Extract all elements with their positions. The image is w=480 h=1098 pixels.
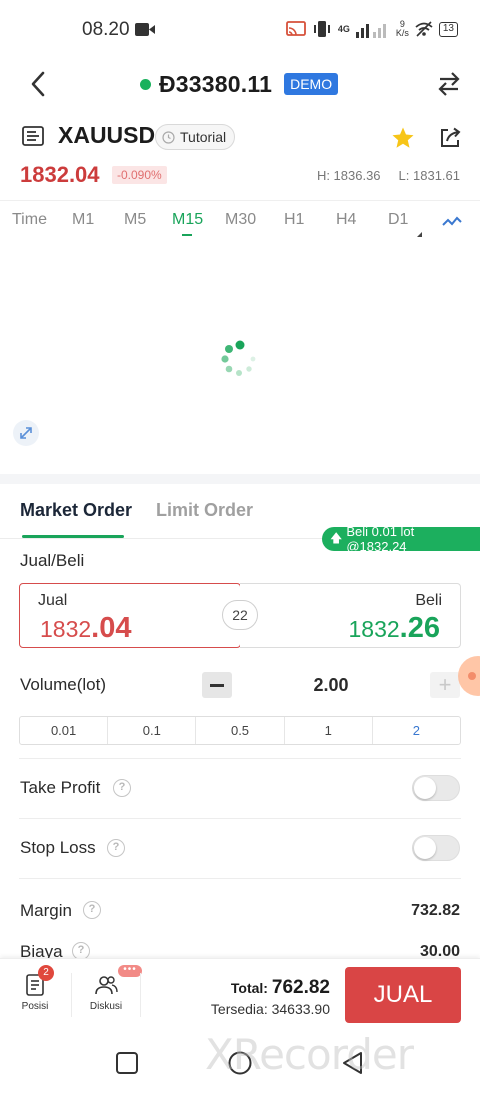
take-profit-label: Take Profit <box>20 778 101 797</box>
favorite-star-icon[interactable] <box>391 126 415 150</box>
discussion-badge: ••• <box>118 965 142 977</box>
share-icon[interactable] <box>439 127 461 149</box>
total-value: 762.82 <box>271 977 330 998</box>
buy-price: 1832.26 <box>348 612 441 644</box>
lot-option[interactable]: 0.5 <box>196 717 285 744</box>
signal-bars-icon <box>355 24 386 38</box>
tab-h4[interactable]: H4 <box>336 211 356 229</box>
divider <box>19 818 461 819</box>
help-icon[interactable]: ? <box>83 901 101 919</box>
positions-label: Posisi <box>21 1001 49 1012</box>
timeframe-tabs: Time M1 M5 M15 M30 H1 H4 D1 <box>0 200 480 242</box>
buy-option[interactable]: Beli 1832.26 <box>240 583 461 648</box>
lot-option-selected[interactable]: 2 <box>373 717 460 744</box>
price-change-badge: -0.090% <box>112 166 167 184</box>
tab-m1[interactable]: M1 <box>72 211 94 229</box>
help-icon[interactable]: ? <box>113 779 131 797</box>
recents-icon[interactable] <box>114 1050 140 1076</box>
notification-text: Beli 0.01 lot @1832.24 <box>346 524 415 554</box>
tab-m15[interactable]: M15 <box>172 211 203 229</box>
high-price: H: 1836.36 <box>316 168 381 183</box>
discussion-label: Diskusi <box>89 1001 123 1012</box>
stop-loss-label: Stop Loss <box>20 838 96 857</box>
total-line: Total: 762.82 <box>211 977 330 999</box>
back-arrow-icon[interactable] <box>26 70 52 98</box>
tab-market-order[interactable]: Market Order <box>20 500 132 521</box>
vibrate-icon <box>313 21 330 37</box>
buy-label: Beli <box>415 592 442 609</box>
expand-chart-button[interactable] <box>13 420 39 446</box>
help-icon[interactable]: ? <box>107 839 125 857</box>
volume-decrease-button[interactable] <box>202 672 232 698</box>
arrow-up-icon: 🡅 <box>330 530 343 545</box>
divider <box>19 878 461 879</box>
wifi-off-icon <box>415 21 433 37</box>
lot-option[interactable]: 1 <box>285 717 373 744</box>
spread-badge: 22 <box>222 600 258 630</box>
demo-badge: DEMO <box>284 73 339 95</box>
margin-value: 732.82 <box>411 902 460 919</box>
sell-price: 1832.04 <box>40 612 132 644</box>
order-notification[interactable]: 🡅 Beli 0.01 lot @1832.24 <box>322 524 480 554</box>
online-dot-icon <box>140 78 151 90</box>
volume-increase-button[interactable]: + <box>430 672 460 698</box>
lot-option[interactable]: 0.1 <box>108 717 197 744</box>
divider <box>71 973 72 1017</box>
lot-presets: 0.01 0.1 0.5 1 2 <box>19 716 461 745</box>
order-total: Total: 762.82 Tersedia: 34633.90 <box>211 977 330 1017</box>
low-price: L: 1831.61 <box>398 168 460 183</box>
tutorial-label: Tutorial <box>180 129 227 145</box>
status-icons: 4G 9 K/s 13 <box>285 17 458 41</box>
tab-active-underline <box>182 234 192 236</box>
video-record-icon <box>135 23 155 36</box>
network-type: 4G <box>337 24 350 34</box>
tab-m30[interactable]: M30 <box>225 211 256 229</box>
bottom-action-bar: 2 Posisi ••• Diskusi Total: 762.82 Terse… <box>0 958 480 1030</box>
floating-assist-button[interactable] <box>458 656 480 696</box>
symbol-list-icon[interactable] <box>22 126 44 146</box>
tab-time[interactable]: Time <box>12 211 47 229</box>
positions-button[interactable]: 2 Posisi <box>10 965 60 1012</box>
tab-d1[interactable]: D1 <box>388 211 408 229</box>
margin-label: Margin <box>20 901 72 920</box>
tab-m5[interactable]: M5 <box>124 211 146 229</box>
high-low: H: 1836.36 L: 1831.61 <box>317 168 460 183</box>
divider <box>140 973 141 1017</box>
battery-level: 13 <box>438 21 458 37</box>
sell-option[interactable]: Jual 1832.04 <box>19 583 241 648</box>
tab-limit-order[interactable]: Limit Order <box>156 500 253 521</box>
line-chart-icon[interactable] <box>441 211 463 233</box>
sell-button[interactable]: JUAL <box>345 967 461 1023</box>
status-bar: 08.20 4G 9 K/s 13 <box>0 0 480 60</box>
symbol-name[interactable]: XAUUSD <box>58 122 155 149</box>
volume-value[interactable]: 2.00 <box>300 675 362 696</box>
divider <box>19 758 461 759</box>
people-icon <box>95 976 118 995</box>
account-balance[interactable]: Đ33380.11 DEMO <box>140 68 339 100</box>
tutorial-button[interactable]: Tutorial <box>155 124 236 150</box>
lot-option[interactable]: 0.01 <box>20 717 109 744</box>
positions-badge: 2 <box>38 965 54 981</box>
recorder-watermark: XRecorder <box>205 1030 414 1079</box>
take-profit-toggle[interactable] <box>412 775 460 801</box>
loading-spinner-icon <box>221 340 256 376</box>
available-balance: Tersedia: 34633.90 <box>210 1001 330 1017</box>
clock-icon <box>162 130 175 144</box>
stop-loss-toggle[interactable] <box>412 835 460 861</box>
sell-label: Jual <box>38 592 68 609</box>
total-label: Total: <box>230 980 268 996</box>
tab-h1[interactable]: H1 <box>284 211 304 229</box>
balance-value: Đ33380.11 <box>159 70 273 97</box>
section-divider <box>0 474 480 484</box>
dropdown-corner-icon <box>417 232 422 237</box>
cast-icon <box>285 21 306 36</box>
status-time: 08.20 <box>82 19 130 40</box>
current-price: 1832.04 <box>20 162 100 187</box>
discussion-button[interactable]: ••• Diskusi <box>81 965 142 1012</box>
volume-label: Volume(lot) <box>20 675 106 694</box>
direction-label: Jual/Beli <box>20 551 85 570</box>
swap-arrows-icon[interactable] <box>438 71 460 97</box>
network-speed: 9 K/s <box>395 19 409 38</box>
expand-icon <box>20 427 32 439</box>
